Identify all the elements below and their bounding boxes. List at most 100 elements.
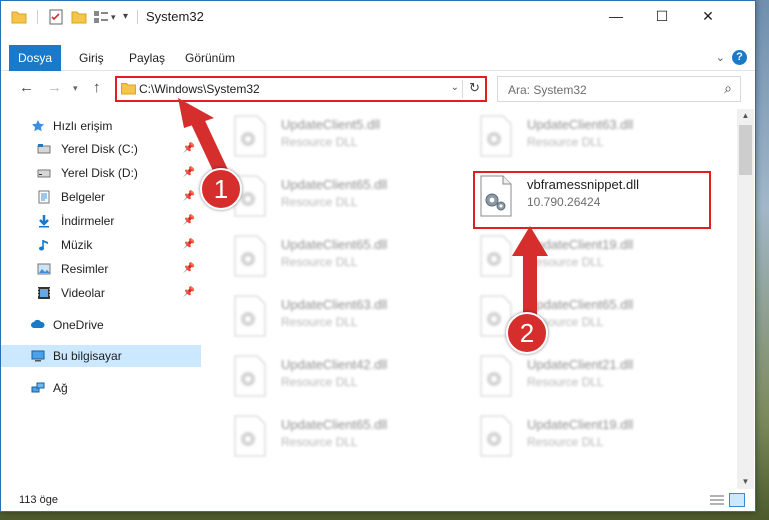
sidebar-item-label: Resimler [61,262,109,276]
sidebar-item-onedrive[interactable]: OneDrive [1,314,201,336]
close-button[interactable]: ✕ [685,1,731,33]
recent-locations-icon[interactable]: ▾ [73,83,78,94]
documents-icon [38,190,50,204]
dll-file-icon [234,115,266,157]
list-item[interactable]: UpdateClient65.dll Resource DLL [465,291,701,347]
sidebar-item-label: Bu bilgisayar [53,349,122,363]
file-name: UpdateClient5.dll [281,117,381,132]
pin-icon[interactable]: 📌 [183,282,195,304]
list-item[interactable]: UpdateClient19.dll Resource DLL [465,411,701,467]
file-name: UpdateClient65.dll [281,237,388,252]
minimize-button[interactable]: — [593,1,639,33]
view-dropdown-icon[interactable]: ▾ [111,9,121,25]
sidebar-item-label: Belgeler [61,190,106,204]
list-item[interactable]: UpdateClient19.dll Resource DLL [465,231,701,287]
folder-icon[interactable] [11,9,27,25]
sidebar-item-network[interactable]: Ağ [1,377,201,399]
vertical-scrollbar[interactable]: ▲ ▼ [737,109,754,489]
address-bar[interactable]: C:\Windows\System32 ⌄ ↻ [115,76,487,102]
sidebar-item-label: Yerel Disk (D:) [61,166,138,180]
file-name: UpdateClient42.dll [281,357,388,372]
refresh-icon[interactable]: ↻ [469,80,480,96]
scroll-thumb[interactable] [739,125,752,175]
forward-arrow-icon[interactable]: → [47,79,62,96]
list-item[interactable]: UpdateClient63.dll Resource DLL [465,111,701,167]
list-item[interactable]: UpdateClient65.dll Resource DLL [219,411,455,467]
sidebar-item-videos[interactable]: Videolar 📌 [1,282,201,304]
list-item[interactable]: UpdateClient42.dll Resource DLL [219,351,455,407]
videos-icon [38,287,50,299]
sidebar-item-disk-d[interactable]: Yerel Disk (D:) 📌 [1,162,201,184]
step-badge-1: 1 [200,168,242,210]
tiles-view-icon[interactable] [729,493,745,507]
dll-file-icon [480,415,512,457]
sidebar-item-disk-c[interactable]: Yerel Disk (C:) 📌 [1,138,201,160]
network-icon [31,382,45,393]
scroll-down-icon[interactable]: ▼ [737,475,754,489]
dll-file-icon [480,235,512,277]
search-input[interactable]: Ara: System32 ⌕ [497,76,741,102]
window-title: System32 [146,9,204,24]
list-item[interactable]: UpdateClient65.dll Resource DLL [219,171,455,227]
up-arrow-icon[interactable]: ↑ [93,79,101,96]
address-path[interactable]: C:\Windows\System32 [139,82,260,96]
title-bar: ▾ ▾ System32 — ☐ ✕ [1,1,755,33]
dll-file-icon [480,115,512,157]
scroll-up-icon[interactable]: ▲ [737,109,754,123]
file-list: UpdateClient5.dll Resource DLL UpdateCli… [207,109,735,481]
sidebar-item-label: OneDrive [53,318,104,332]
customize-toolbar-icon[interactable]: ▾ [123,9,133,25]
new-folder-icon[interactable] [71,9,87,25]
sidebar-item-label: Ağ [53,381,68,395]
pin-icon[interactable]: 📌 [183,234,195,256]
pin-icon[interactable]: 📌 [183,138,195,160]
drive-icon [37,144,51,154]
sidebar-item-quick-access[interactable]: Hızlı erişim [1,115,201,137]
tab-home[interactable]: Giriş [79,45,104,71]
toolbar-separator [37,10,38,24]
sidebar-item-music[interactable]: Müzik 📌 [1,234,201,256]
details-view-icon[interactable] [709,494,725,506]
pin-icon[interactable]: 📌 [183,186,195,208]
list-item[interactable]: UpdateClient63.dll Resource DLL [219,291,455,347]
search-icon[interactable]: ⌕ [724,80,732,97]
view-options-icon[interactable] [93,9,109,25]
chevron-down-icon[interactable]: ⌄ [451,82,459,93]
file-name: UpdateClient19.dll [527,237,634,252]
drive-icon [37,169,51,178]
list-item[interactable]: UpdateClient5.dll Resource DLL [219,111,455,167]
file-name: UpdateClient21.dll [527,357,634,372]
file-description: Resource DLL [281,195,358,209]
sidebar-item-label: Yerel Disk (C:) [61,142,138,156]
sidebar-item-documents[interactable]: Belgeler 📌 [1,186,201,208]
list-item[interactable]: UpdateClient21.dll Resource DLL [465,351,701,407]
file-name: UpdateClient63.dll [527,117,634,132]
file-description: Resource DLL [527,135,604,149]
sidebar-item-label: Videolar [61,286,105,300]
pin-icon[interactable]: 📌 [183,258,195,280]
file-description: Resource DLL [527,375,604,389]
list-item[interactable]: UpdateClient65.dll Resource DLL [219,231,455,287]
sidebar-item-pictures[interactable]: Resimler 📌 [1,258,201,280]
tab-file[interactable]: Dosya [9,45,61,71]
file-description: Resource DLL [527,435,604,449]
maximize-button[interactable]: ☐ [639,1,685,33]
file-name: UpdateClient19.dll [527,417,634,432]
chevron-down-icon[interactable]: ⌄ [716,51,725,64]
downloads-icon [39,215,49,228]
sidebar-item-this-pc[interactable]: Bu bilgisayar [1,345,201,367]
properties-icon[interactable] [49,9,63,25]
search-placeholder: Ara: System32 [508,83,587,97]
back-arrow-icon[interactable]: ← [19,79,34,96]
tab-share[interactable]: Paylaş [129,45,165,71]
toolbar-separator [137,10,138,24]
file-description: Resource DLL [281,435,358,449]
tab-view[interactable]: Görünüm [185,45,235,71]
file-description: Resource DLL [281,255,358,269]
pin-icon[interactable]: 📌 [183,210,195,232]
help-icon[interactable]: ? [732,50,747,65]
file-name: UpdateClient65.dll [281,177,388,192]
pin-icon[interactable]: 📌 [183,162,195,184]
navigation-pane: Hızlı erişim Yerel Disk (C:) 📌 Yerel Dis… [1,109,201,489]
sidebar-item-downloads[interactable]: İndirmeler 📌 [1,210,201,232]
